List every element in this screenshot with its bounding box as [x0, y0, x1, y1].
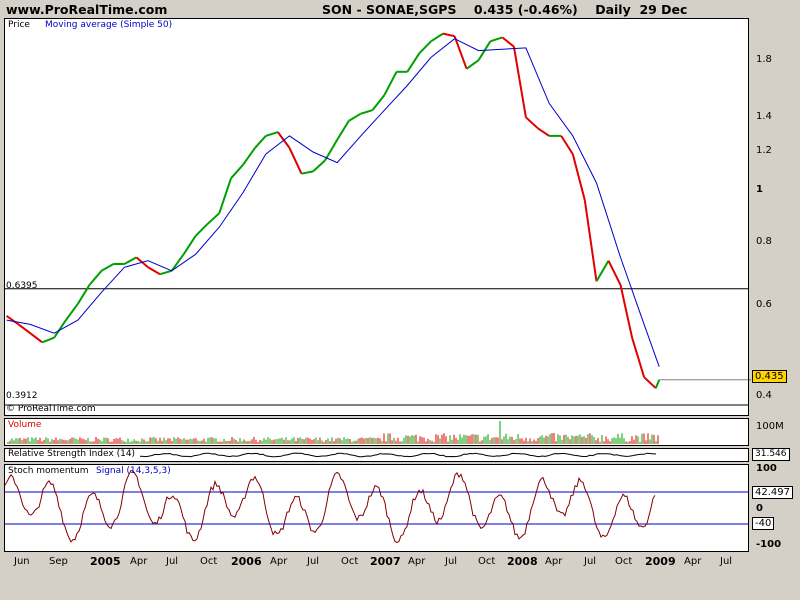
price-label: Price	[8, 20, 30, 30]
price-ytick: 1.4	[756, 111, 772, 122]
ma-label: Moving average (Simple 50)	[45, 20, 173, 30]
price-segment	[360, 109, 373, 115]
rsi-value-tag: 31.546	[752, 448, 790, 461]
price-segment	[607, 260, 622, 286]
price-segment	[242, 147, 256, 166]
price-segment	[230, 164, 244, 179]
price-segment	[170, 253, 185, 272]
price-ytick: 1	[756, 184, 763, 195]
price-segment	[324, 139, 339, 161]
price-segment	[466, 59, 480, 70]
ma-line	[6, 38, 660, 367]
price-segment	[595, 260, 610, 282]
price-segment	[265, 131, 279, 137]
price-segment	[88, 270, 103, 286]
stoch-label: Stoch momentum	[8, 466, 89, 476]
price-segment	[53, 319, 67, 339]
stoch-ytick: 100	[756, 463, 777, 474]
x-tick-year: 2005	[90, 555, 121, 568]
price-segment	[631, 337, 646, 378]
x-tick: Jun	[14, 556, 30, 567]
x-tick: Jul	[166, 556, 179, 567]
hline-high-label: 0.6395	[6, 281, 38, 291]
price-segment	[418, 40, 432, 54]
price-ytick: 0.8	[756, 236, 772, 247]
price-segment	[194, 223, 209, 237]
price-segment	[29, 332, 43, 344]
x-tick: Jul	[445, 556, 458, 567]
price-segment	[101, 263, 114, 272]
x-tick: Oct	[200, 556, 218, 567]
x-tick-year: 2007	[370, 555, 401, 568]
volume-ytick: 100M	[756, 421, 784, 432]
volume-label: Volume	[8, 420, 42, 430]
price-segment	[489, 36, 503, 43]
rsi-label: Relative Strength Index (14)	[8, 449, 136, 459]
price-segment	[301, 170, 314, 175]
price-segment	[254, 135, 267, 149]
price-segment	[288, 147, 303, 175]
hline-low-label: 0.3912	[6, 391, 38, 401]
price-segment	[147, 266, 161, 276]
price-segment	[159, 269, 172, 276]
price-segment	[312, 159, 326, 173]
stoch-value-tag: 42.497	[752, 486, 793, 499]
x-tick: Oct	[615, 556, 633, 567]
price-ytick: 0.6	[756, 299, 772, 310]
price-segment	[643, 376, 657, 389]
x-tick: Apr	[130, 556, 148, 567]
price-segment	[17, 323, 31, 334]
x-tick-year: 2009	[645, 555, 676, 568]
x-tick: Oct	[341, 556, 359, 567]
stoch-ytick: 0	[756, 503, 763, 514]
chart-canvas	[4, 32, 751, 544]
price-segment	[537, 127, 550, 137]
x-tick-year: 2008	[507, 555, 538, 568]
price-segment	[206, 212, 220, 225]
price-segment	[501, 36, 515, 48]
price-segment	[583, 199, 598, 282]
stoch-ytick: -100	[756, 539, 782, 550]
x-tick: Apr	[408, 556, 426, 567]
price-segment	[525, 116, 539, 130]
price-segment	[77, 284, 91, 305]
price-segment	[336, 120, 350, 141]
stoch-level-tag: -40	[752, 517, 775, 530]
x-tick: Oct	[478, 556, 496, 567]
x-tick: Apr	[684, 556, 702, 567]
price-segment	[619, 284, 634, 338]
price-ytick: 0.4	[756, 390, 772, 401]
price-segment	[512, 46, 527, 118]
price-segment	[442, 32, 455, 38]
last-price-tag: 0.435	[752, 370, 787, 383]
x-tick: Apr	[545, 556, 563, 567]
price-segment	[41, 336, 55, 344]
price-segment	[371, 94, 386, 111]
price-segment	[123, 256, 137, 265]
price-segment	[453, 35, 468, 70]
x-tick-year: 2006	[231, 555, 262, 568]
x-tick: Jul	[720, 556, 733, 567]
price-segment	[348, 112, 362, 122]
stoch-line	[4, 469, 656, 544]
price-segment	[406, 52, 421, 73]
price-segment	[560, 135, 574, 155]
price-segment	[571, 153, 586, 201]
price-segment	[430, 32, 444, 43]
x-tick: Sep	[49, 556, 68, 567]
price-segment	[654, 379, 661, 389]
price-ytick: 1.2	[756, 145, 772, 156]
price-segment	[383, 71, 398, 96]
rsi-line	[139, 452, 656, 458]
x-tick: Apr	[270, 556, 288, 567]
price-segment	[65, 303, 79, 321]
x-tick: Jul	[307, 556, 320, 567]
stoch-signal-label: Signal (14,3,5,3)	[96, 466, 171, 476]
x-tick: Jul	[584, 556, 597, 567]
price-segment	[182, 235, 197, 255]
price-segment	[218, 177, 232, 214]
credit-label: © ProRealTime.com	[6, 404, 96, 414]
price-ytick: 1.8	[756, 54, 772, 65]
